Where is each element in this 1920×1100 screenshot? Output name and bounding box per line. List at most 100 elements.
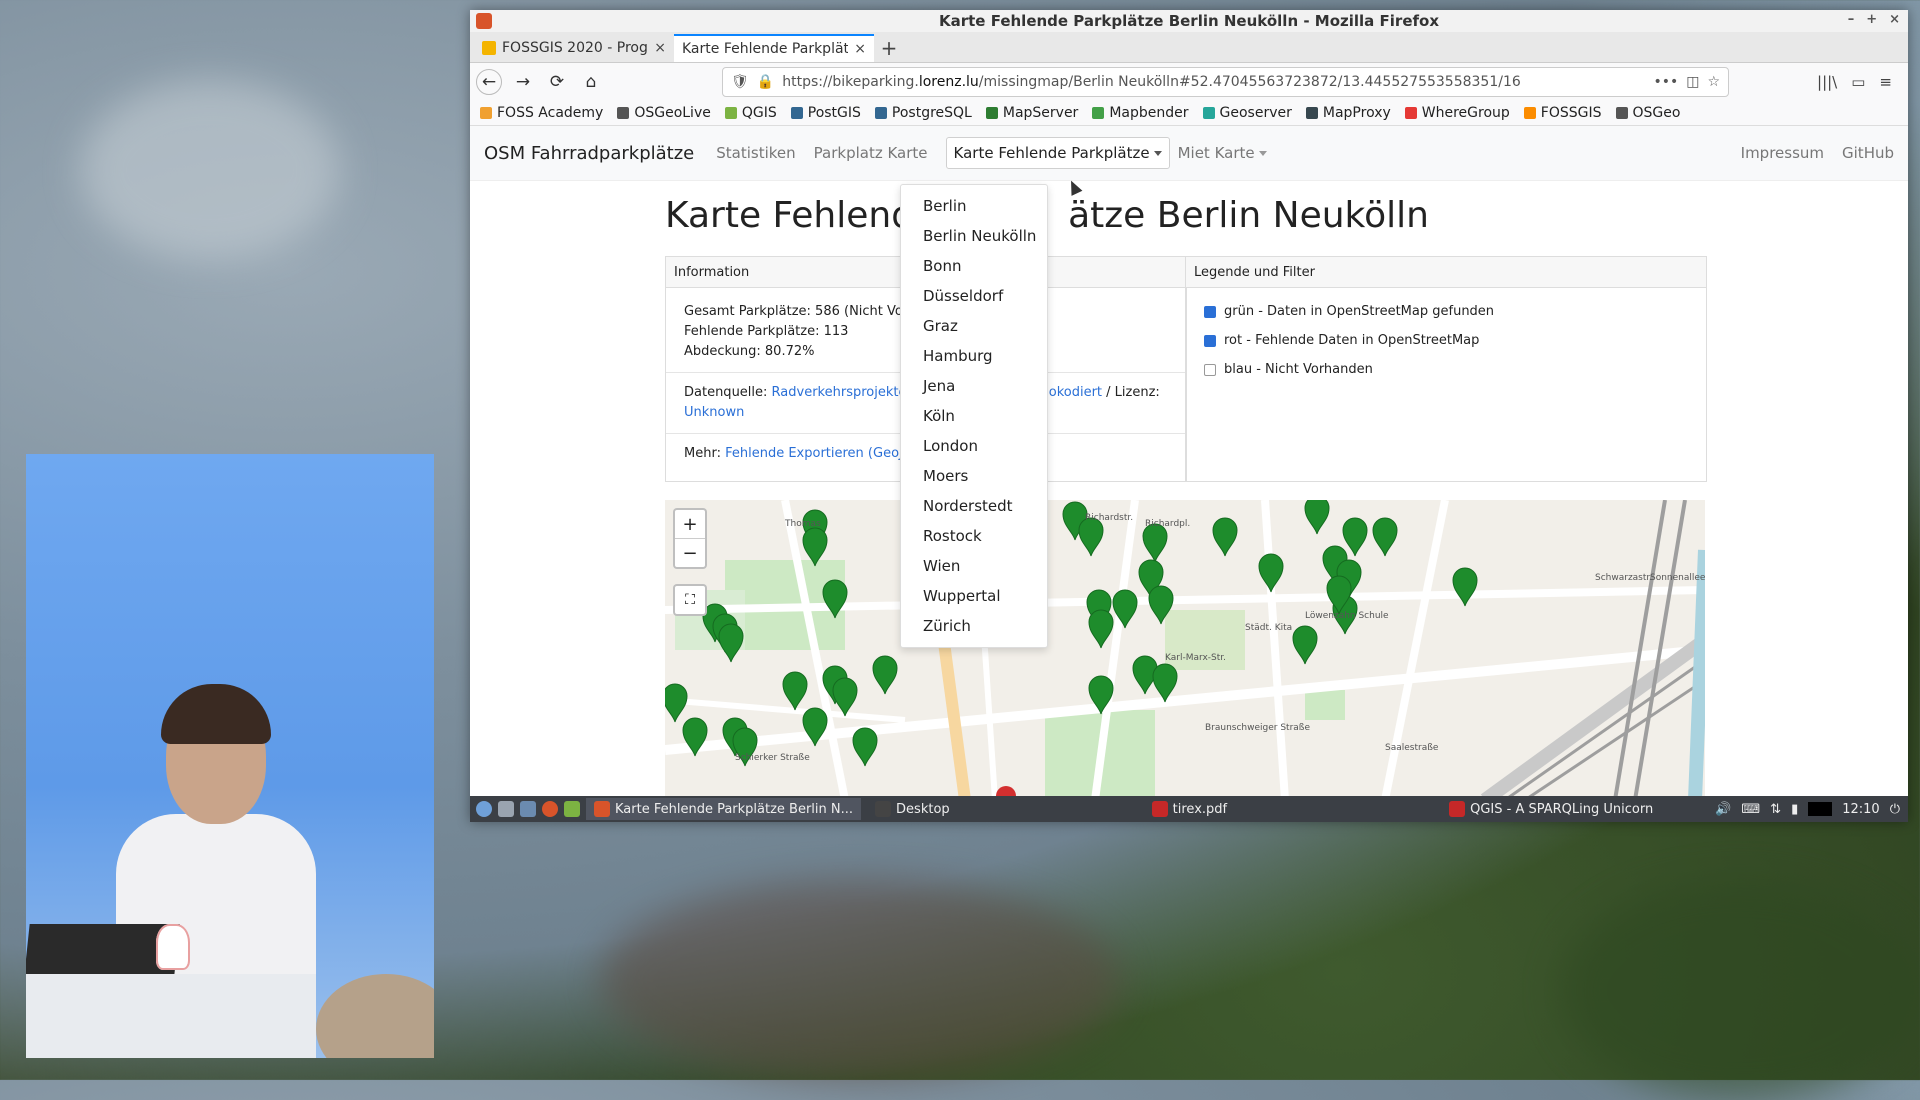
filter-checkbox[interactable] (1204, 306, 1216, 318)
bookmark-item[interactable]: OSGeo (1615, 105, 1680, 121)
bookmark-label: MapServer (1002, 105, 1079, 121)
clock[interactable]: 12:10 (1842, 802, 1879, 817)
bookmark-item[interactable]: PostGIS (790, 105, 861, 121)
bookmark-label: Geoserver (1219, 105, 1292, 121)
page-actions-icon[interactable]: ••• (1653, 74, 1678, 90)
legend-filter-row[interactable]: rot - Fehlende Daten in OpenStreetMap (1204, 331, 1688, 351)
nav-fehlende-label: Karte Fehlende Parkplätze (953, 144, 1150, 162)
dropdown-item[interactable]: Berlin Neukölln (901, 221, 1047, 251)
map-street-label: Städt. Kita (1245, 623, 1292, 633)
file-manager-icon[interactable] (498, 801, 514, 817)
close-window-button[interactable]: × (1889, 12, 1900, 27)
bookmark-icon (874, 107, 887, 119)
forward-button[interactable]: → (510, 69, 536, 95)
bookmark-star-icon[interactable]: ☆ (1707, 74, 1720, 90)
bookmark-item[interactable]: PostgreSQL (874, 105, 972, 121)
filter-checkbox[interactable] (1204, 335, 1216, 347)
nav-fehlende-dropdown[interactable]: Karte Fehlende Parkplätze (945, 137, 1170, 169)
zoom-in-button[interactable]: + (675, 510, 705, 539)
new-tab-button[interactable]: + (874, 34, 904, 62)
nav-impressum[interactable]: Impressum (1741, 144, 1824, 162)
dropdown-item[interactable]: Rostock (901, 521, 1047, 551)
site-brand[interactable]: OSM Fahrradparkplätze (484, 143, 694, 164)
tab-label: Karte Fehlende Parkplätze (682, 41, 849, 57)
signal-icon[interactable]: ▮ (1791, 802, 1798, 817)
export-geojson-link[interactable]: Fehlende Exportieren (GeoJSO (725, 446, 921, 461)
legend-filter-row[interactable]: blau - Nicht Vorhanden (1204, 360, 1688, 380)
shield-icon[interactable]: 🛡 (731, 74, 749, 90)
lizenz-link[interactable]: Unknown (684, 405, 744, 420)
home-button[interactable]: ⌂ (578, 69, 604, 95)
leaflet-map[interactable]: Thomas Richardstr. Richardpl. Karl-Marx-Str… (665, 500, 1705, 796)
close-tab-icon[interactable]: × (654, 40, 666, 56)
pocket-icon[interactable]: ◫ (1686, 74, 1699, 90)
nav-parkplatz-karte[interactable]: Parkplatz Karte (814, 144, 928, 162)
web-page: OSM Fahrradparkplätze Statistiken Parkpl… (470, 126, 1908, 796)
bookmark-item[interactable]: FOSSGIS (1523, 105, 1602, 121)
nav-github[interactable]: GitHub (1842, 144, 1894, 162)
keyboard-icon[interactable]: ⌨ (1741, 802, 1760, 817)
fullscreen-button[interactable]: ⛶ (673, 584, 707, 616)
maximize-button[interactable]: + (1866, 12, 1877, 27)
dropdown-item[interactable]: Köln (901, 401, 1047, 431)
sidebar-icon[interactable]: ▭ (1851, 73, 1865, 91)
nav-miet-dropdown[interactable]: Miet Karte (1178, 144, 1267, 162)
dropdown-item[interactable]: London (901, 431, 1047, 461)
taskbar-item[interactable]: QGIS - A SPARQLing Unicorn (1441, 798, 1661, 820)
url-bar[interactable]: 🛡 🔒 https://bikeparking.lorenz.lu/missin… (722, 67, 1730, 97)
dropdown-item[interactable]: Wuppertal (901, 581, 1047, 611)
filter-checkbox[interactable] (1204, 364, 1216, 376)
power-icon[interactable]: ⏻ (1890, 802, 1900, 817)
legend-header: Legende und Filter (1186, 257, 1706, 288)
bookmark-item[interactable]: Mapbender (1092, 105, 1189, 121)
taskbar-item[interactable]: Desktop (867, 798, 958, 820)
bookmark-item[interactable]: MapServer (985, 105, 1079, 121)
minimize-button[interactable]: – (1848, 12, 1855, 27)
dropdown-item[interactable]: Graz (901, 311, 1047, 341)
zoom-out-button[interactable]: − (675, 539, 705, 567)
taskbar-item[interactable]: Karte Fehlende Parkplätze Berlin N... (586, 798, 862, 820)
taskbar-app-icon (1151, 801, 1168, 817)
geokodiert-link[interactable]: okodiert (1049, 385, 1102, 400)
folder-icon[interactable] (520, 801, 536, 817)
nav-statistiken[interactable]: Statistiken (716, 144, 795, 162)
dropdown-item[interactable]: Wien (901, 551, 1047, 581)
dropdown-item[interactable]: Norderstedt (901, 491, 1047, 521)
nav-miet-label: Miet Karte (1177, 144, 1255, 162)
dropdown-item[interactable]: Moers (901, 461, 1047, 491)
dropdown-item[interactable]: Hamburg (901, 341, 1047, 371)
taskbar-item[interactable]: tirex.pdf (1144, 798, 1235, 820)
dropdown-item[interactable]: Berlin (901, 191, 1047, 221)
tab-karte-fehlende[interactable]: Karte Fehlende Parkplätze × (674, 34, 874, 62)
back-button[interactable]: ← (476, 69, 502, 95)
url-text[interactable]: https://bikeparking.lorenz.lu/missingmap… (782, 74, 1645, 90)
dropdown-item[interactable]: Düsseldorf (901, 281, 1047, 311)
bookmark-item[interactable]: FOSS Academy (480, 105, 603, 121)
map-street-label: Karl-Marx-Str. (1165, 653, 1226, 663)
bookmark-item[interactable]: QGIS (724, 105, 777, 121)
bookmark-item[interactable]: MapProxy (1305, 105, 1391, 121)
dropdown-item[interactable]: Jena (901, 371, 1047, 401)
menu-icon[interactable]: ≡ (1879, 73, 1892, 91)
legend-filter-row[interactable]: grün - Daten in OpenStreetMap gefunden (1204, 302, 1688, 322)
library-icon[interactable]: |||\ (1817, 73, 1837, 91)
reload-button[interactable]: ⟳ (544, 69, 570, 95)
background-bokeh (1560, 880, 1920, 1100)
qgis-launcher-icon[interactable] (564, 801, 580, 817)
bookmark-icon (480, 107, 492, 119)
network-icon[interactable]: ⇅ (1770, 802, 1781, 817)
dropdown-item[interactable]: Bonn (901, 251, 1047, 281)
map-street-label: Thomas (784, 519, 821, 529)
background-bokeh (80, 80, 340, 260)
map-street-label: Sonnenallee (1650, 573, 1705, 583)
volume-icon[interactable]: 🔊 (1715, 802, 1731, 817)
bookmark-item[interactable]: OSGeoLive (617, 105, 711, 121)
bookmark-item[interactable]: WhereGroup (1404, 105, 1510, 121)
firefox-window: Karte Fehlende Parkplätze Berlin Neuköll… (470, 10, 1908, 822)
start-menu-icon[interactable] (476, 801, 492, 817)
bookmark-item[interactable]: Geoserver (1202, 105, 1292, 121)
tab-fossgis[interactable]: FOSSGIS 2020 - Program × (474, 34, 674, 62)
close-tab-icon[interactable]: × (854, 41, 866, 57)
firefox-launcher-icon[interactable] (542, 801, 558, 817)
dropdown-item[interactable]: Zürich (901, 611, 1047, 641)
